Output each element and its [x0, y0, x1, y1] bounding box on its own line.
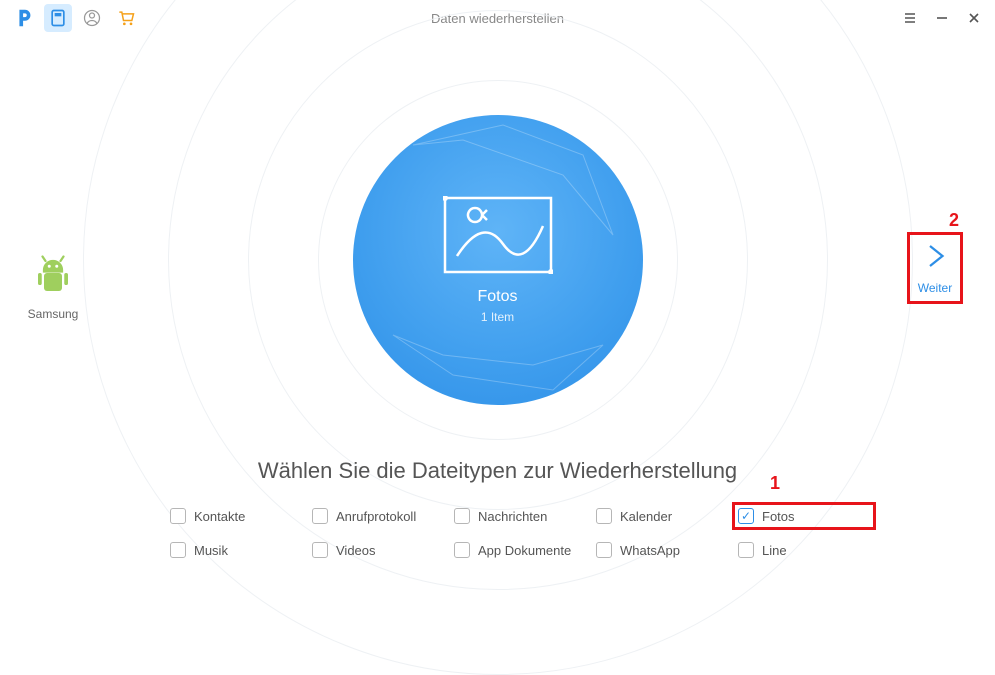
device-name: Samsung — [18, 307, 88, 321]
option-label: Kontakte — [194, 509, 245, 524]
option-whatsapp[interactable]: WhatsApp — [596, 542, 728, 558]
annotation-2: 2 — [949, 210, 959, 231]
option-anrufprotokoll[interactable]: Anrufprotokoll — [312, 508, 444, 524]
close-icon[interactable] — [963, 7, 985, 29]
option-musik[interactable]: Musik — [170, 542, 302, 558]
next-button[interactable]: Weiter — [907, 232, 963, 304]
checkbox[interactable] — [596, 542, 612, 558]
filetype-options: Kontakte Anrufprotokoll Nachrichten Kalende… — [170, 508, 870, 558]
option-label: Musik — [194, 543, 228, 558]
checkbox[interactable] — [738, 508, 754, 524]
option-videos[interactable]: Videos — [312, 542, 444, 558]
photo-icon — [443, 196, 553, 274]
option-fotos[interactable]: Fotos — [738, 508, 870, 524]
checkbox[interactable] — [170, 542, 186, 558]
recover-tab-icon[interactable] — [44, 4, 72, 32]
option-label: Anrufprotokoll — [336, 509, 416, 524]
option-label: Fotos — [762, 509, 795, 524]
option-label: Line — [762, 543, 787, 558]
checkbox[interactable] — [738, 542, 754, 558]
next-label: Weiter — [912, 281, 958, 295]
annotation-1: 1 — [770, 473, 780, 494]
preview-count: 1 Item — [481, 310, 514, 324]
menu-icon[interactable] — [899, 7, 921, 29]
cart-icon[interactable] — [112, 4, 140, 32]
android-icon — [35, 255, 71, 297]
option-label: WhatsApp — [620, 543, 680, 558]
connected-device: Samsung — [18, 255, 88, 321]
checkbox[interactable] — [312, 542, 328, 558]
checkbox[interactable] — [170, 508, 186, 524]
instruction-headline: Wählen Sie die Dateitypen zur Wiederhers… — [0, 458, 995, 484]
selection-preview: Fotos 1 Item — [353, 115, 643, 405]
checkbox[interactable] — [454, 508, 470, 524]
checkbox[interactable] — [454, 542, 470, 558]
checkbox[interactable] — [312, 508, 328, 524]
title-bar: Daten wiederherstellen — [0, 0, 995, 36]
option-label: Nachrichten — [478, 509, 547, 524]
checkbox[interactable] — [596, 508, 612, 524]
option-line[interactable]: Line — [738, 542, 870, 558]
option-label: Kalender — [620, 509, 672, 524]
option-label: Videos — [336, 543, 376, 558]
preview-category: Fotos — [477, 288, 517, 306]
window-title: Daten wiederherstellen — [0, 11, 995, 26]
option-nachrichten[interactable]: Nachrichten — [454, 508, 586, 524]
option-app-dokumente[interactable]: App Dokumente — [454, 542, 586, 558]
option-kontakte[interactable]: Kontakte — [170, 508, 302, 524]
minimize-icon[interactable] — [931, 7, 953, 29]
account-icon[interactable] — [78, 4, 106, 32]
home-logo-icon[interactable] — [10, 4, 38, 32]
option-kalender[interactable]: Kalender — [596, 508, 728, 524]
option-label: App Dokumente — [478, 543, 571, 558]
chevron-right-icon — [912, 239, 958, 279]
